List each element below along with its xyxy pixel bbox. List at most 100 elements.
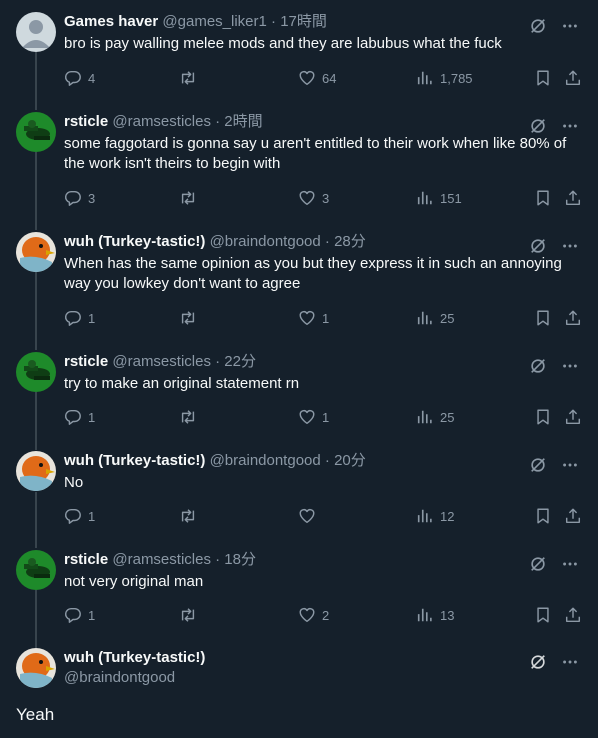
bookmark-button[interactable] [534,308,552,328]
bookmark-button[interactable] [534,506,552,526]
bookmark-button[interactable] [534,605,552,625]
timestamp[interactable]: 28分 [334,233,366,250]
views-button[interactable]: 25 [416,407,454,427]
heart-icon [299,190,315,206]
reply-button[interactable]: 1 [64,308,95,328]
bookmark-button[interactable] [534,407,552,427]
grok-icon[interactable] [528,116,548,136]
share-button[interactable] [564,308,582,328]
username[interactable]: @braindontgood [210,452,321,469]
username[interactable]: @ramsesticles [112,113,211,130]
avatar[interactable] [16,550,56,590]
separator: · [210,551,225,568]
share-button[interactable] [564,68,582,88]
username[interactable]: @braindontgood [210,233,321,250]
more-icon[interactable] [560,455,580,475]
views-button[interactable]: 12 [416,506,454,526]
timestamp[interactable]: 18分 [224,551,256,568]
more-icon[interactable] [560,16,580,36]
reply-post[interactable]: rsticle @ramsesticles · 2時間 some faggota… [0,108,598,228]
reply-post[interactable]: wuh (Turkey-tastic!) @braindontgood · 28… [0,228,598,348]
grok-icon[interactable] [528,356,548,376]
view-count: 25 [440,409,455,425]
view-count: 1,785 [440,70,473,86]
more-icon[interactable] [560,116,580,136]
retweet-button[interactable] [178,407,204,427]
views-button[interactable]: 25 [416,308,454,328]
grok-icon[interactable] [528,455,548,475]
views-button[interactable]: 13 [416,605,454,625]
retweet-button[interactable] [178,68,204,88]
like-button[interactable]: 1 [298,407,329,427]
share-button[interactable] [564,506,582,526]
display-name[interactable]: Games haver [64,13,158,30]
display-name[interactable]: rsticle [64,551,108,568]
bookmark-button[interactable] [534,188,552,208]
display-name[interactable]: rsticle [64,113,108,130]
reply-count: 3 [88,190,96,206]
avatar[interactable] [16,352,56,392]
username[interactable]: @games_liker1 [162,13,266,30]
share-button[interactable] [564,605,582,625]
reply-post[interactable]: rsticle @ramsesticles · 18分 not very ori… [0,546,598,646]
avatar[interactable] [16,451,56,491]
reply-count: 1 [88,508,96,524]
like-button[interactable]: 64 [298,68,336,88]
like-button[interactable]: 1 [298,308,329,328]
post-header: Games haver @games_liker1 · 17時間 [64,12,327,32]
more-icon[interactable] [560,554,580,574]
more-icon[interactable] [560,356,580,376]
display-name[interactable]: wuh (Turkey-tastic!) [64,233,205,250]
reply-button[interactable]: 1 [64,506,95,526]
focused-post[interactable]: wuh (Turkey-tastic!) @braindontgood Yeah [0,644,598,738]
timestamp[interactable]: 2時間 [224,113,262,130]
grok-icon[interactable] [528,554,548,574]
reply-button[interactable]: 1 [64,407,95,427]
more-icon[interactable] [560,236,580,256]
post-text: try to make an original statement rn [64,375,300,392]
reply-button[interactable]: 1 [64,605,95,625]
action-bar: 1 1 25 [64,308,584,328]
timestamp[interactable]: 20分 [334,452,366,469]
reply-post[interactable]: rsticle @ramsesticles · 22分 try to make … [0,348,598,448]
timestamp[interactable]: 22分 [224,353,256,370]
more-icon[interactable] [560,652,580,672]
share-button[interactable] [564,407,582,427]
reply-icon [65,607,81,623]
timestamp[interactable]: 17時間 [280,13,327,30]
views-button[interactable]: 151 [416,188,462,208]
retweet-icon [181,71,195,85]
retweet-button[interactable] [178,308,204,328]
retweet-button[interactable] [178,188,204,208]
avatar[interactable] [16,112,56,152]
grok-icon[interactable] [528,652,548,672]
grok-icon[interactable] [528,16,548,36]
username[interactable]: @braindontgood [64,668,175,688]
grok-icon[interactable] [528,236,548,256]
like-button[interactable] [298,506,322,526]
post-tools [528,652,580,672]
display-name[interactable]: rsticle [64,353,108,370]
reply-button[interactable]: 4 [64,68,95,88]
bookmark-button[interactable] [534,68,552,88]
views-button[interactable]: 1,785 [416,68,473,88]
post-header: wuh (Turkey-tastic!) @braindontgood · 28… [64,232,366,252]
heart-icon [299,409,315,425]
avatar[interactable] [16,232,56,272]
like-button[interactable]: 3 [298,188,329,208]
share-button[interactable] [564,188,582,208]
retweet-button[interactable] [178,605,204,625]
reply-button[interactable]: 3 [64,188,95,208]
display-name[interactable]: wuh (Turkey-tastic!) [64,452,205,469]
like-count: 3 [322,190,330,206]
display-name[interactable]: wuh (Turkey-tastic!) [64,648,205,668]
avatar[interactable] [16,12,56,52]
username[interactable]: @ramsesticles [112,551,211,568]
avatar[interactable] [16,648,56,688]
retweet-button[interactable] [178,506,204,526]
reply-post[interactable]: Games haver @games_liker1 · 17時間 bro is … [0,8,598,108]
reply-post[interactable]: wuh (Turkey-tastic!) @braindontgood · 20… [0,447,598,546]
username[interactable]: @ramsesticles [112,353,211,370]
like-button[interactable]: 2 [298,605,329,625]
action-bar: 3 3 151 [64,188,584,208]
